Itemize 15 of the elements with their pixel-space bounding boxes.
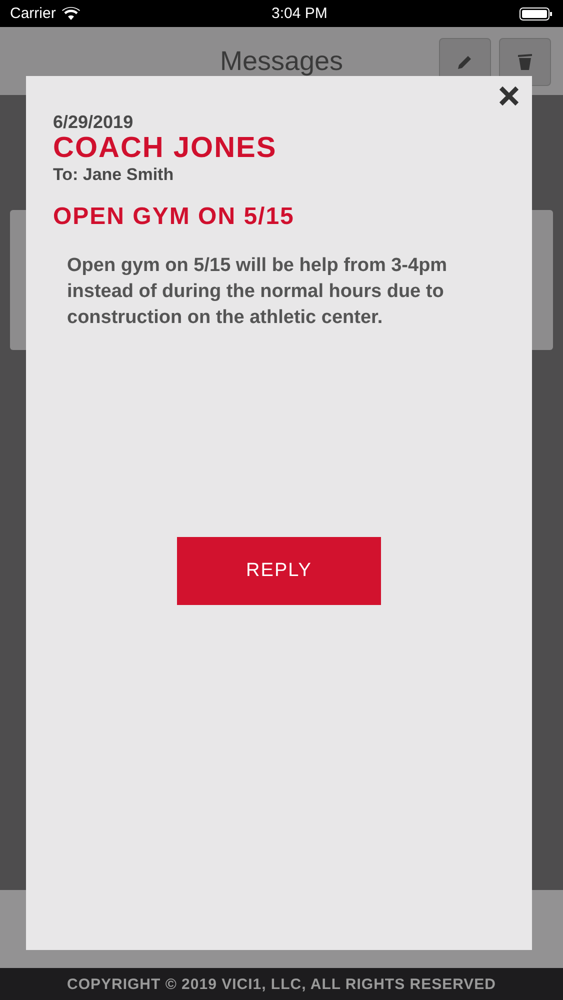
carrier-label: Carrier xyxy=(10,5,56,22)
page-title: Messages xyxy=(220,46,344,76)
battery-icon xyxy=(519,6,553,20)
message-date: 6/29/2019 xyxy=(53,112,134,133)
message-subject: OPEN GYM ON 5/15 xyxy=(53,202,294,231)
trash-icon xyxy=(517,53,533,71)
close-icon xyxy=(498,84,520,106)
copyright-text: COPYRIGHT © 2019 VICI1, LLC, ALL RIGHTS RESERVED xyxy=(66,976,496,992)
wifi-icon xyxy=(62,7,80,20)
sender-name: COACH JONES xyxy=(53,133,277,165)
pencil-icon xyxy=(456,53,474,71)
recipient-label: To: Jane Smith xyxy=(53,164,174,185)
reply-button[interactable]: REPLY xyxy=(177,536,381,605)
status-time: 3:04 PM xyxy=(271,5,328,22)
message-body: Open gym on 5/15 will be help from 3-4pm instead of during the normal hours due to construction on the athletic center. xyxy=(67,254,448,330)
